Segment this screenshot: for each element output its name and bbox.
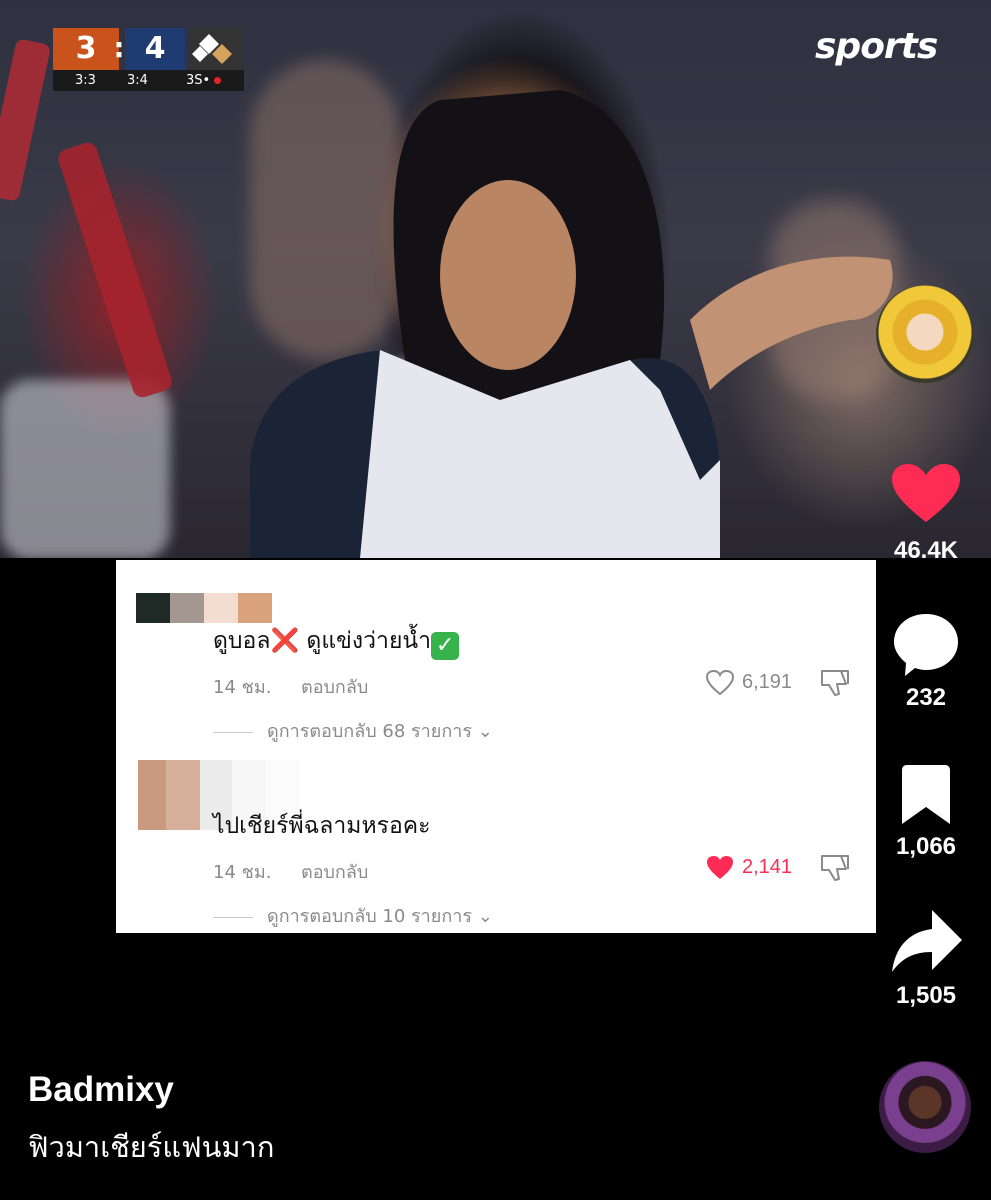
bookmark-icon[interactable] bbox=[898, 764, 954, 826]
inning-indicator: 3S• bbox=[186, 73, 211, 88]
live-dot-icon bbox=[214, 77, 222, 84]
comment-text-part: ดูแข่งว่ายน้ำ bbox=[299, 628, 432, 654]
heart-outline-icon[interactable] bbox=[705, 669, 735, 697]
cross-mark-icon: ❌ bbox=[270, 628, 300, 654]
reply-button[interactable]: ตอบกลับ bbox=[301, 857, 368, 886]
chevron-down-icon: ⌄ bbox=[477, 906, 493, 927]
heart-icon[interactable] bbox=[890, 462, 962, 526]
scoreboard-details: 3:3 3:4 3S• bbox=[53, 70, 244, 91]
check-mark-icon: ✓ bbox=[431, 632, 460, 660]
view-replies-button[interactable]: ดูการตอบกลับ 68 รายการ ⌄ bbox=[213, 716, 493, 745]
commenter-avatar-redacted bbox=[136, 593, 272, 623]
video-background-figure bbox=[0, 380, 170, 558]
comment-bubble-icon[interactable] bbox=[891, 610, 961, 680]
divider-line bbox=[213, 916, 253, 918]
comment-like-count: 6,191 bbox=[742, 671, 793, 693]
reply-button[interactable]: ตอบกลับ bbox=[301, 672, 368, 701]
likes-count: 46.4K bbox=[893, 537, 959, 564]
comment-time: 14 ชม. bbox=[213, 677, 272, 698]
comment-like-count: 2,141 bbox=[742, 856, 793, 878]
author-username[interactable]: Badmixy bbox=[28, 1070, 174, 1110]
view-replies-label: ดูการตอบกลับ 68 รายการ bbox=[267, 721, 472, 742]
video-cheer-stick bbox=[0, 38, 52, 202]
away-score: 4 bbox=[125, 28, 185, 70]
comment-text: ไปเชียร์พี่ฉลามหรอคะ bbox=[213, 813, 431, 839]
comment-card: ดูบอล❌ ดูแข่งว่ายน้ำ ✓ 14 ชม. ตอบกลับ 6,1… bbox=[116, 560, 876, 933]
scoreboard-sub-mid: 3:4 bbox=[127, 73, 148, 88]
view-replies-button[interactable]: ดูการตอบกลับ 10 รายการ ⌄ bbox=[213, 901, 493, 930]
league-logo-icon bbox=[192, 34, 232, 64]
video-cheer-stick bbox=[55, 140, 175, 400]
comment-time: 14 ชม. bbox=[213, 862, 272, 883]
dislike-icon[interactable] bbox=[819, 668, 851, 698]
brand-watermark: sports bbox=[815, 26, 938, 67]
comment-text-part: ดูบอล bbox=[213, 628, 271, 654]
saves-count: 1,066 bbox=[895, 833, 957, 860]
music-disc-avatar[interactable] bbox=[879, 1061, 971, 1153]
chevron-down-icon: ⌄ bbox=[477, 721, 493, 742]
scoreboard: 3 : 4 3:3 3:4 3S• bbox=[53, 28, 244, 91]
share-arrow-icon[interactable] bbox=[890, 908, 964, 974]
shares-count: 1,505 bbox=[895, 982, 957, 1009]
comments-count: 232 bbox=[905, 684, 947, 711]
heart-filled-icon[interactable] bbox=[705, 854, 735, 882]
video-caption: ฟิวมาเชียร์แฟนมาก bbox=[28, 1130, 275, 1164]
comment-text: ดูบอล❌ ดูแข่งว่ายน้ำ ✓ bbox=[213, 623, 460, 660]
creator-avatar[interactable] bbox=[876, 285, 974, 383]
view-replies-label: ดูการตอบกลับ 10 รายการ bbox=[267, 906, 472, 927]
scoreboard-sub-left: 3:3 bbox=[75, 73, 96, 88]
league-logo bbox=[189, 28, 244, 70]
divider-line bbox=[213, 731, 253, 733]
video-subject bbox=[250, 90, 893, 558]
scoreboard-sub-right: 3S• bbox=[186, 70, 222, 91]
dislike-icon[interactable] bbox=[819, 853, 851, 883]
